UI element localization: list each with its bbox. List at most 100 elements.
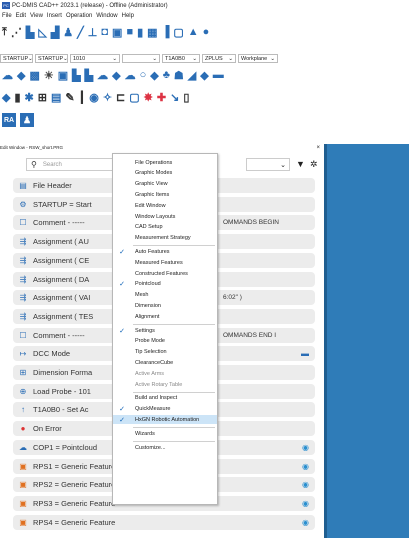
menu-window[interactable]: Window — [96, 13, 117, 19]
tool-toolbar-icon[interactable]: ☀ — [44, 69, 54, 82]
workplane-select[interactable]: ZPLUS ⌄ — [202, 54, 236, 63]
mesh-toolbar-icon[interactable]: ▩ — [29, 69, 39, 82]
panel-splitter[interactable] — [324, 144, 327, 538]
toggle-icon[interactable]: ▬ — [301, 349, 309, 358]
export-toolbar-icon[interactable]: ▬ — [213, 69, 224, 81]
variable-toolbar-icon[interactable]: ✧ — [103, 91, 112, 104]
star-toolbar-icon[interactable]: ✸ — [144, 91, 153, 104]
circle-toolbar-icon[interactable]: ◘ — [101, 26, 108, 38]
cube-toolbar-icon[interactable]: ▣ — [58, 69, 68, 82]
context-menu-item[interactable]: Constructed Features — [113, 269, 217, 278]
context-menu-item[interactable]: ClearanceCube — [113, 358, 217, 367]
filter-icon[interactable]: ▼ — [296, 159, 305, 169]
context-menu-item[interactable]: CAD Setup — [113, 223, 217, 232]
context-menu-item[interactable]: Alignment — [113, 312, 217, 321]
context-menu-item[interactable]: ✓ Auto Features — [113, 247, 217, 256]
merge-toolbar-icon[interactable]: ♣ — [163, 69, 170, 81]
cone-toolbar-icon[interactable]: ▲ — [188, 26, 199, 38]
context-menu-item[interactable]: Active Rotary Table — [113, 380, 217, 389]
context-menu-item[interactable]: Probe Mode — [113, 337, 217, 346]
menu-edit[interactable]: Edit — [16, 13, 26, 19]
context-menu-item[interactable]: Dimension — [113, 301, 217, 310]
window-toolbar-icon[interactable]: ▢ — [129, 91, 139, 104]
probe-toolbar-icon[interactable]: ⤒ — [2, 26, 7, 39]
slot-toolbar-icon[interactable]: ▮ — [137, 26, 143, 39]
arrow-toolbar-icon[interactable]: ↘ — [170, 91, 179, 104]
context-menu-item[interactable]: Edit Window — [113, 201, 217, 210]
search-input[interactable]: ⚲ Search — [26, 158, 114, 171]
scan-toolbar-icon[interactable]: ▙ — [72, 69, 80, 82]
menu-file[interactable]: File — [2, 13, 12, 19]
person-toolbar-icon[interactable]: ♟ — [63, 26, 73, 39]
view-toolbar-icon[interactable]: ☁ — [2, 69, 13, 82]
eye-icon[interactable]: ◉ — [302, 499, 309, 508]
filter-dropdown[interactable]: ⌄ — [246, 158, 290, 171]
dim-toolbar-icon[interactable]: ◆ — [2, 91, 10, 104]
cop-toolbar-icon[interactable]: ◆ — [112, 69, 120, 82]
context-menu-item[interactable]: File Operations — [113, 158, 217, 167]
menu-insert[interactable]: Insert — [47, 13, 62, 19]
ra-button-icon[interactable]: RA — [2, 113, 16, 127]
tip-select[interactable]: T1A0B0 ⌄ — [162, 54, 200, 63]
offset-toolbar-icon[interactable]: ◢ — [188, 69, 196, 82]
alignment-select-2[interactable]: STARTUP ⌄ — [35, 54, 68, 63]
menu-help[interactable]: Help — [122, 13, 134, 19]
corner-toolbar-icon[interactable]: ▟ — [51, 26, 59, 39]
context-menu-item[interactable]: Measurement Strategy — [113, 234, 217, 243]
cylinder-toolbar-icon[interactable]: ▣ — [112, 26, 122, 39]
cross-toolbar-icon[interactable]: ✚ — [157, 91, 166, 104]
menu-operation[interactable]: Operation — [66, 13, 92, 19]
color-toolbar-icon[interactable]: ◆ — [200, 69, 208, 82]
section-toolbar-icon[interactable]: ◆ — [17, 69, 25, 82]
robot-button-icon[interactable]: ♟ — [20, 113, 34, 127]
context-menu-item[interactable]: Wizards — [113, 429, 217, 438]
command-row[interactable]: ▣ RPS4 = Generic Feature ◉ — [13, 514, 315, 530]
context-menu-item[interactable]: Measured Features — [113, 258, 217, 267]
context-menu-item[interactable]: Tip Selection — [113, 348, 217, 357]
context-menu-item[interactable]: Graphic View — [113, 180, 217, 189]
eye-icon[interactable]: ◉ — [302, 480, 309, 489]
page-toolbar-icon[interactable]: ▮ — [14, 91, 20, 104]
context-menu-item[interactable]: Active Arms — [113, 369, 217, 378]
bars-toolbar-icon[interactable]: ▐ — [162, 26, 170, 38]
context-menu-item[interactable]: ✓ QuickMeasure — [113, 405, 217, 414]
line-toolbar-icon[interactable]: ╱ — [77, 26, 84, 39]
graphics-display[interactable] — [324, 144, 409, 538]
menu-view[interactable]: View — [30, 13, 43, 19]
workplane-label-select[interactable]: Workplane ⌄ — [238, 54, 278, 63]
square-toolbar-icon[interactable]: ■ — [126, 26, 133, 38]
scan2-toolbar-icon[interactable]: ▙ — [85, 69, 93, 82]
fixture-toolbar-icon[interactable]: ⊏ — [116, 91, 125, 104]
context-menu-item[interactable]: Graphic Items — [113, 190, 217, 199]
gear-icon[interactable]: ✲ — [310, 159, 318, 170]
eye-icon[interactable]: ◉ — [302, 462, 309, 471]
context-menu-item[interactable]: Mesh — [113, 291, 217, 300]
gear-toolbar-icon[interactable]: ✱ — [25, 91, 34, 104]
probe-select[interactable]: 1010 ⌄ — [70, 54, 120, 63]
cloud-toolbar-icon[interactable]: ☁ — [97, 69, 108, 82]
angle-toolbar-icon[interactable]: ◺ — [38, 26, 46, 39]
edit-window-close-icon[interactable]: × — [316, 145, 320, 151]
ring-toolbar-icon[interactable]: ○ — [140, 69, 147, 81]
sphere-toolbar-icon[interactable]: ● — [203, 26, 210, 38]
empty-select[interactable]: ⌄ — [122, 54, 160, 63]
report-toolbar-icon[interactable]: ▤ — [51, 91, 61, 104]
context-menu-item[interactable]: Graphic Modes — [113, 169, 217, 178]
context-menu-item[interactable]: Window Layouts — [113, 212, 217, 221]
globe-toolbar-icon[interactable]: ◉ — [89, 91, 99, 104]
context-menu-item[interactable]: Build and Inspect — [113, 394, 217, 403]
context-menu-item[interactable]: ✓ Pointcloud — [113, 280, 217, 289]
panel-toolbar-icon[interactable]: ▯ — [183, 91, 189, 104]
alignment-select[interactable]: STARTUP ⌄ — [0, 54, 33, 63]
align-toolbar-icon[interactable]: ◆ — [150, 69, 158, 82]
measure-toolbar-icon[interactable]: ▙ — [26, 26, 34, 39]
point-toolbar-icon[interactable]: ⋰ — [11, 26, 22, 39]
measure2-toolbar-icon[interactable]: ┃ — [79, 91, 86, 104]
box-toolbar-icon[interactable]: ▦ — [147, 26, 157, 39]
eye-icon[interactable]: ◉ — [302, 518, 309, 527]
tag-toolbar-icon[interactable]: ✎ — [65, 91, 74, 104]
context-menu-item[interactable]: ✓ HxGN Robotic Automation — [113, 415, 217, 425]
frame-toolbar-icon[interactable]: ▢ — [173, 26, 183, 39]
filter-toolbar-icon[interactable]: ☁ — [125, 69, 136, 82]
plane-toolbar-icon[interactable]: ⊥ — [88, 26, 98, 39]
